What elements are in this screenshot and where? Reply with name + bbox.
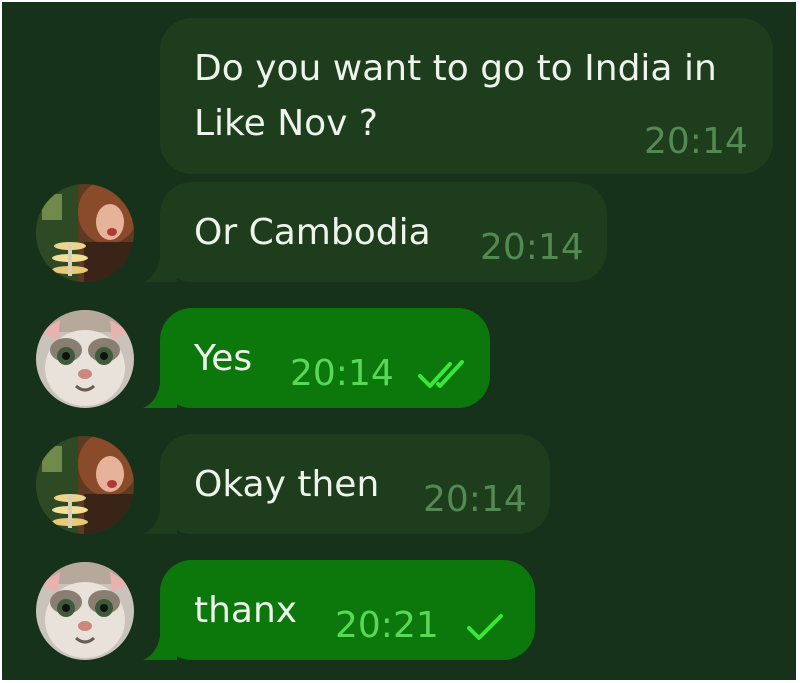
message-bubble-incoming[interactable]: Do you want to go to India in Like Nov ?… [160, 18, 773, 174]
bubble-tail [143, 624, 177, 660]
message-text: Okay then [194, 464, 380, 505]
woman-photo-icon [36, 436, 134, 534]
message-time: 20:21 [335, 605, 439, 646]
woman-photo-icon [36, 184, 134, 282]
message-bubble-incoming[interactable]: Okay then 20:14 [143, 434, 550, 534]
bubble-tail [143, 246, 177, 282]
bubble-tail [143, 372, 177, 408]
chat-message-list[interactable]: Do you want to go to India in Like Nov ?… [2, 2, 796, 680]
message-time: 20:14 [290, 353, 394, 394]
message-bubble-outgoing[interactable]: Yes 20:14 [143, 308, 490, 408]
message-text: thanx [194, 590, 298, 631]
avatar-woman[interactable] [36, 184, 134, 282]
avatar-cat[interactable] [36, 562, 134, 660]
message-time: 20:14 [480, 227, 584, 268]
message-text: Like Nov ? [194, 103, 379, 144]
message-bubble-incoming[interactable]: Or Cambodia 20:14 [143, 182, 607, 282]
avatar-woman[interactable] [36, 436, 134, 534]
message-time: 20:14 [644, 121, 748, 162]
message-text: Yes [194, 338, 253, 379]
message-text: Do you want to go to India in [194, 48, 717, 89]
message-time: 20:14 [423, 479, 527, 520]
avatar-cat[interactable] [36, 310, 134, 408]
single-check-icon [467, 614, 503, 640]
cat-photo-icon [36, 310, 134, 408]
cat-photo-icon [36, 562, 134, 660]
message-text: Or Cambodia [194, 212, 431, 253]
double-check-icon [418, 360, 464, 388]
bubble-tail [143, 498, 177, 534]
message-bubble-outgoing[interactable]: thanx 20:21 [143, 560, 535, 660]
